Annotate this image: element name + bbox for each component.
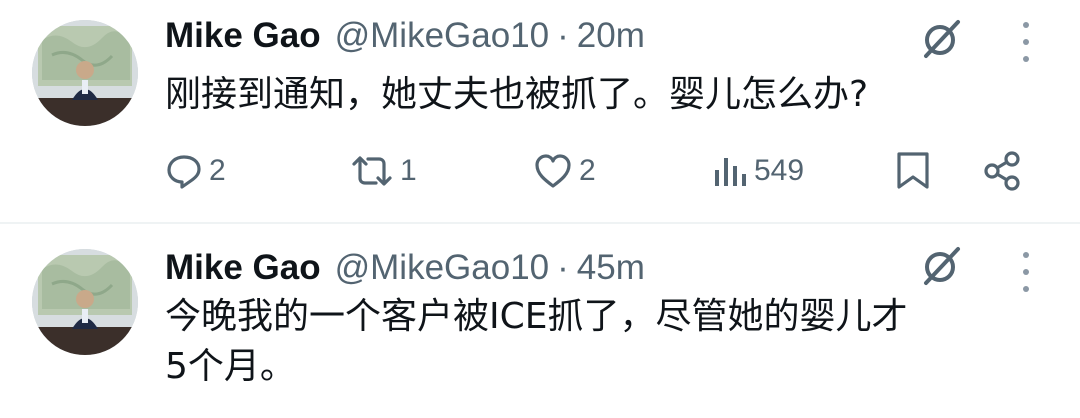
view-count: 549 <box>754 154 805 187</box>
reply-count: 2 <box>209 154 226 187</box>
retweet-button[interactable]: 1 <box>350 145 417 197</box>
views-icon <box>715 158 746 186</box>
tweet-actions: 2 1 2 549 <box>0 145 1080 197</box>
like-button[interactable]: 2 <box>533 145 596 197</box>
tweet-header: Mike Gao @MikeGao10 · 20m <box>165 16 645 60</box>
avatar-photo <box>32 249 138 355</box>
reply-button[interactable]: 2 <box>165 145 226 197</box>
author-handle[interactable]: @MikeGao10 <box>335 16 550 56</box>
like-icon <box>535 154 571 188</box>
timeline-feed: Mike Gao @MikeGao10 · 20m 刚接到通知，她丈夫也被抓了。… <box>0 0 1080 418</box>
share-button[interactable] <box>980 145 1024 197</box>
tweet-time[interactable]: 45m <box>577 248 645 288</box>
tweet-text-line: 5个月。 <box>165 346 296 387</box>
retweet-icon <box>352 156 392 186</box>
tweet-text: 刚接到通知，她丈夫也被抓了。婴儿怎么办? <box>165 74 869 115</box>
retweet-count: 1 <box>400 154 417 187</box>
separator: · <box>557 248 569 287</box>
grok-icon[interactable] <box>918 16 964 62</box>
author-name[interactable]: Mike Gao <box>165 248 321 288</box>
bookmark-button[interactable] <box>893 145 933 197</box>
share-icon <box>984 151 1020 191</box>
grok-icon[interactable] <box>918 243 964 289</box>
like-count: 2 <box>579 154 596 187</box>
tweet[interactable]: Mike Gao @MikeGao10 · 20m 刚接到通知，她丈夫也被抓了。… <box>0 0 1080 222</box>
more-icon[interactable] <box>1016 252 1036 292</box>
more-icon[interactable] <box>1016 22 1036 62</box>
tweet-header: Mike Gao @MikeGao10 · 45m <box>165 248 645 292</box>
separator: · <box>557 16 569 55</box>
author-name[interactable]: Mike Gao <box>165 16 321 56</box>
tweet[interactable]: Mike Gao @MikeGao10 · 45m 今晚我的一个客户被ICE抓了… <box>0 224 1080 418</box>
avatar-photo <box>32 20 138 126</box>
tweet-time[interactable]: 20m <box>577 16 645 56</box>
tweet-text: 今晚我的一个客户被ICE抓了，尽管她的婴儿才 5个月。 <box>165 292 1045 392</box>
reply-icon <box>167 155 201 189</box>
tweet-text-line: 今晚我的一个客户被ICE抓了，尽管她的婴儿才 <box>165 296 908 337</box>
bookmark-icon <box>897 152 929 189</box>
views-button[interactable]: 549 <box>712 145 804 197</box>
avatar[interactable] <box>32 20 138 126</box>
author-handle[interactable]: @MikeGao10 <box>335 248 550 288</box>
avatar[interactable] <box>32 249 138 355</box>
